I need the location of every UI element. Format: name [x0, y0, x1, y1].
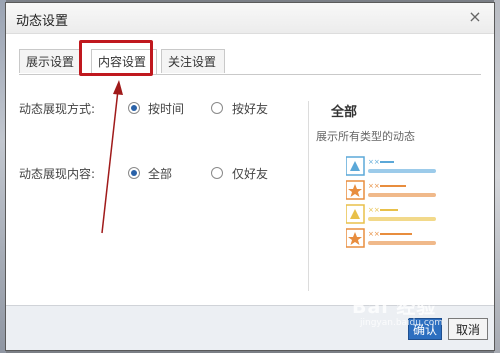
cancel-button[interactable]: 取消	[448, 318, 488, 340]
dialog-titlebar: 动态设置 ×	[6, 3, 494, 34]
radio-by-friend[interactable]	[211, 102, 223, 114]
radio-all-label[interactable]: 全部	[148, 165, 172, 182]
feed-item-orange-1: ××	[346, 180, 436, 200]
tab-follow-settings[interactable]: 关注设置	[161, 49, 225, 73]
dialog-title: 动态设置	[16, 14, 69, 29]
watermark-logo: Bai 经验	[352, 296, 437, 318]
feed-item-orange-2: ××	[346, 228, 436, 248]
feed-item-yellow: ××	[346, 204, 436, 224]
tab-display-settings[interactable]: 展示设置	[19, 49, 81, 73]
preview-description: 展示所有类型的动态	[316, 130, 415, 143]
radio-friends-only[interactable]	[211, 167, 223, 179]
display-mode-label: 动态展现方式:	[19, 102, 96, 116]
preview-title: 全部	[331, 105, 358, 120]
svg-text:××: ××	[368, 182, 380, 190]
radio-by-time[interactable]	[128, 102, 140, 114]
svg-text:××: ××	[368, 158, 380, 166]
display-content-label: 动态展现内容:	[19, 167, 96, 181]
feed-item-blue: ××	[346, 156, 436, 176]
radio-friends-only-label[interactable]: 仅好友	[232, 165, 268, 182]
radio-by-time-label[interactable]: 按时间	[148, 100, 184, 117]
svg-text:××: ××	[368, 230, 380, 238]
watermark-url: jingyan.baidu.com	[360, 318, 444, 328]
tab-highlight-box	[79, 40, 153, 76]
vertical-divider	[308, 101, 309, 291]
radio-all[interactable]	[128, 167, 140, 179]
close-icon[interactable]: ×	[466, 8, 484, 26]
svg-text:××: ××	[368, 206, 380, 214]
radio-by-friend-label[interactable]: 按好友	[232, 100, 268, 117]
feed-preview-illustration: ×× ×× ×× ××	[346, 156, 436, 248]
